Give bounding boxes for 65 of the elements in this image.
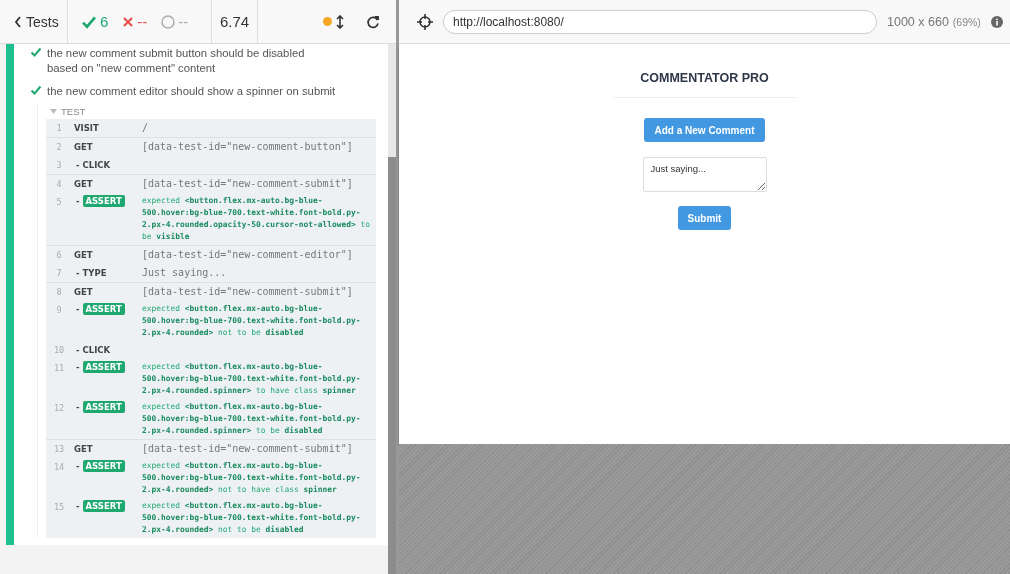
line-number: 14 [52,461,66,474]
x-icon [122,15,135,28]
line-number: 5 [55,196,63,209]
up-down-arrow-icon [336,14,344,29]
scrollbar[interactable] [388,44,396,574]
line-number: 9 [55,304,63,317]
dash: - [76,196,80,206]
dash: - [76,461,80,471]
dash: - [76,501,80,511]
command-name: - CLICK [76,344,111,357]
command-message: / [142,121,150,135]
command-name: - CLICK [76,159,111,172]
line-number: 10 [52,344,66,357]
line-number: 1 [55,122,63,135]
line-number: 3 [55,159,63,172]
info-icon[interactable] [990,15,1003,28]
line-number: 6 [55,249,63,262]
line-number: 15 [52,501,66,514]
command-name: GET [74,443,93,456]
command-message: Just saying... [142,266,228,280]
reload-button[interactable] [366,14,380,29]
command-message: [data-test-id="new-comment-button"] [142,140,354,154]
command-name: GET [74,249,93,262]
line-number: 8 [55,286,63,299]
line-number: 11 [52,362,66,375]
dash: - [76,304,80,314]
command-message: [data-test-id="new-comment-submit"] [142,285,354,299]
stat-count: 6 [100,13,109,30]
line-number: 12 [52,402,66,415]
hook-label: TEST [61,105,86,117]
duration: 6.74 [212,0,258,43]
assert-badge: ASSERT [82,460,125,472]
selector-crosshair-button[interactable] [417,13,433,30]
command-message: [data-test-id="new-comment-submit"] [142,177,354,191]
stat-count: -- [178,13,189,30]
command-message: [data-test-id="new-comment-submit"] [142,442,354,456]
command-name: GET [74,141,93,154]
assert-badge: ASSERT [82,500,125,512]
chevron-left-icon [14,15,22,28]
assert-badge: ASSERT [82,195,125,207]
command-name: - TYPE [76,267,107,280]
assert-badge: ASSERT [82,361,125,373]
dash: - [76,362,80,372]
line-number: 2 [55,141,63,154]
line-number: 7 [55,267,63,280]
command-name: GET [74,286,93,299]
line-number: 13 [52,443,66,456]
tests-back-button[interactable]: Tests [0,0,68,43]
viewport-scale: (69%) [952,15,981,28]
assert-badge: ASSERT [82,303,125,315]
comment-editor[interactable]: Just saying... [642,157,767,192]
command-name: VISIT [74,122,99,135]
command-name: GET [74,178,93,191]
stat-count: -- [137,13,148,30]
line-number: 4 [55,178,63,191]
dash: - [76,402,80,412]
test-title[interactable]: the new comment editor should show a spinner on submit [47,84,337,99]
assert-badge: ASSERT [82,401,125,413]
url-field[interactable]: http://localhost:8080/ [443,9,877,34]
test-title[interactable]: the new comment submit button should be disabled based on "new comment" content [47,46,337,76]
viewport-size: 1000 x 660 [887,14,949,29]
command-message: [data-test-id="new-comment-editor"] [142,248,354,262]
circle-icon [161,14,176,29]
app-title: COMMENTATOR PRO [612,71,797,98]
status-dot [323,17,332,26]
